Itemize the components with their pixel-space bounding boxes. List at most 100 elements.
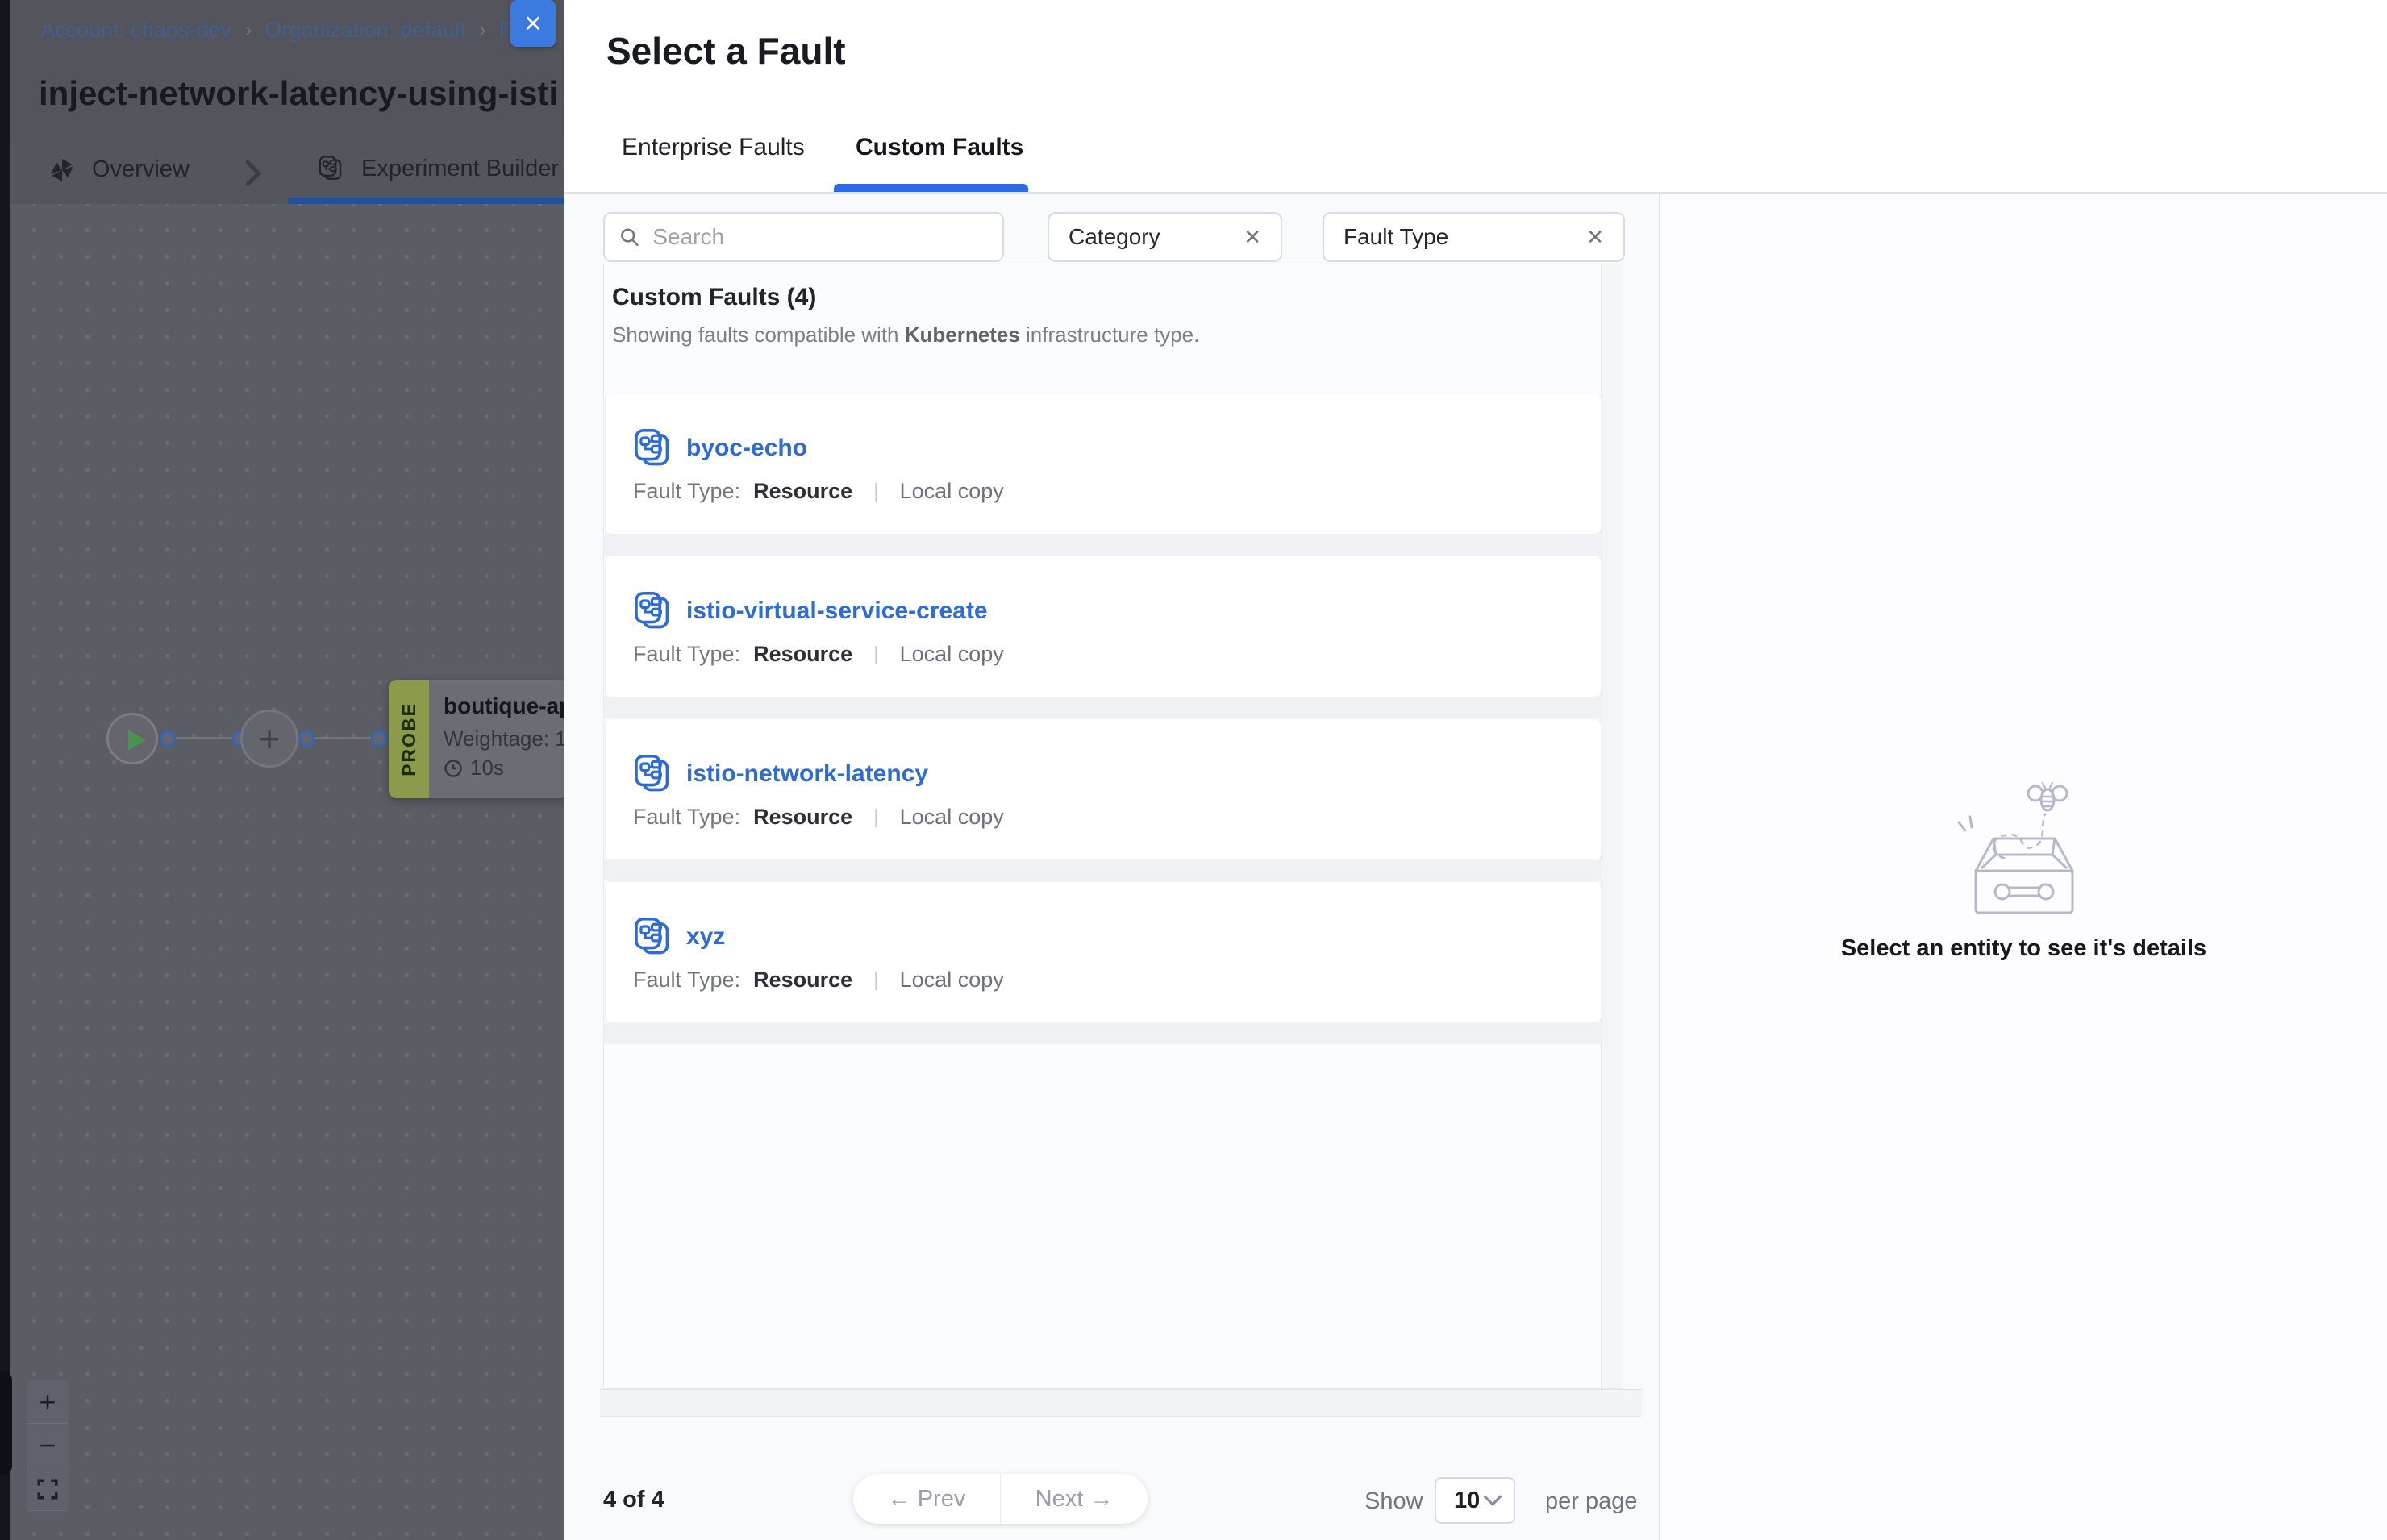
modal-title: Select a Fault [606, 29, 846, 73]
list-footer-band [600, 1389, 1642, 1417]
probe-badge: PROBE [389, 680, 429, 798]
probe-node-weightage: Weightage: 10 [444, 726, 568, 751]
next-page-button[interactable]: Next → [1001, 1474, 1148, 1524]
fault-meta: Fault Type: Resource | Local copy [633, 642, 1004, 667]
canvas-zoom-controls: + − [27, 1380, 69, 1511]
fault-search[interactable] [603, 212, 1004, 262]
breadcrumb: Account: chaos-dev › Organization: defau… [40, 17, 514, 43]
breadcrumb-separator: › [244, 17, 252, 43]
fault-name-link[interactable]: xyz [686, 923, 725, 951]
pipeline-port [160, 730, 176, 747]
card-divider [604, 535, 1602, 556]
page-size-show-label: Show [1364, 1488, 1423, 1515]
zoom-out-button[interactable]: − [27, 1424, 69, 1467]
fault-icon [633, 590, 672, 632]
scrollbar-track[interactable] [1601, 264, 1623, 1388]
pagination-controls: ← Prev Next → [853, 1474, 1148, 1524]
fault-type-label: Fault Type: [633, 968, 740, 993]
tab-custom-faults[interactable]: Custom Faults [856, 134, 1023, 161]
fault-icon [633, 427, 672, 469]
probe-badge-label: PROBE [398, 702, 420, 776]
fault-list-pane: Category ✕ Fault Type ✕ Custom Faults (4… [564, 194, 1659, 1540]
filter-category[interactable]: Category ✕ [1048, 212, 1282, 262]
page-size-select[interactable]: 10 [1435, 1477, 1515, 1524]
meta-divider: | [873, 805, 879, 829]
fault-list-container: Custom Faults (4) Showing faults compati… [603, 264, 1623, 1389]
fault-list-subtitle: Showing faults compatible with Kubernete… [612, 323, 1199, 348]
fault-card[interactable]: istio-virtual-service-create Fault Type:… [605, 556, 1602, 697]
fault-icon [633, 753, 672, 795]
active-tab-underline [288, 198, 564, 204]
page-size-value: 10 [1454, 1488, 1480, 1514]
breadcrumb-account[interactable]: Account: chaos-dev [40, 18, 231, 43]
pagination-count: 4 of 4 [603, 1487, 664, 1513]
fault-name-link[interactable]: byoc-echo [686, 435, 807, 462]
overview-icon [50, 158, 74, 182]
close-modal-button[interactable]: ✕ [510, 0, 556, 47]
tab-enterprise-faults[interactable]: Enterprise Faults [622, 134, 805, 161]
collapsed-nav-rail [0, 0, 10, 1540]
meta-divider: | [873, 480, 879, 503]
chevron-down-icon [1483, 1494, 1502, 1507]
probe-node-title: boutique-ap [444, 693, 568, 719]
add-fault-button[interactable]: + [240, 710, 298, 768]
page-size-per-page-label: per page [1545, 1488, 1638, 1515]
fault-card[interactable]: byoc-echo Fault Type: Resource | Local c… [605, 393, 1602, 535]
fault-list-heading: Custom Faults (4) [612, 284, 816, 311]
search-input[interactable] [651, 223, 988, 251]
probe-node-card[interactable]: PROBE boutique-ap Weightage: 10 10s [389, 680, 568, 798]
pipeline-edge [168, 737, 232, 739]
fault-copy-badge: Local copy [900, 968, 1004, 993]
experiment-builder-icon [318, 155, 344, 182]
tab-experiment-builder-label: Experiment Builder [361, 156, 559, 182]
fault-meta: Fault Type: Resource | Local copy [633, 805, 1004, 830]
fault-type-value: Resource [753, 968, 852, 993]
fault-type-label: Fault Type: [633, 805, 740, 830]
tab-overview[interactable]: Overview [50, 156, 190, 183]
subtitle-infra-type: Kubernetes [905, 323, 1020, 347]
clear-category-filter-icon[interactable]: ✕ [1243, 225, 1261, 250]
play-icon [128, 730, 146, 751]
pipeline-port [298, 730, 315, 747]
prev-page-button[interactable]: ← Prev [853, 1474, 1001, 1524]
breadcrumb-organization[interactable]: Organization: default [265, 18, 465, 43]
zoom-in-button[interactable]: + [27, 1380, 69, 1424]
meta-divider: | [873, 643, 879, 666]
card-divider [604, 860, 1602, 881]
fault-type-value: Resource [753, 805, 852, 830]
fault-type-value: Resource [753, 642, 852, 667]
close-icon: ✕ [523, 10, 542, 37]
search-icon [619, 226, 639, 248]
breadcrumb-separator: › [479, 17, 486, 43]
fullscreen-icon [36, 1478, 59, 1500]
pipeline-start-node[interactable] [106, 713, 158, 764]
fault-name-link[interactable]: istio-virtual-service-create [686, 597, 988, 625]
fault-name-link[interactable]: istio-network-latency [686, 760, 928, 788]
fault-card[interactable]: istio-network-latency Fault Type: Resour… [605, 718, 1602, 860]
fullscreen-button[interactable] [27, 1467, 69, 1511]
chevron-right-icon [244, 160, 262, 187]
fault-copy-badge: Local copy [900, 642, 1004, 667]
fault-copy-badge: Local copy [900, 805, 1004, 830]
tab-experiment-builder[interactable]: Experiment Builder [318, 155, 559, 182]
empty-state-message: Select an entity to see it's details [1660, 935, 2387, 962]
pipeline-port [371, 730, 387, 747]
fault-meta: Fault Type: Resource | Local copy [633, 968, 1004, 993]
experiment-title: inject-network-latency-using-isti [39, 74, 558, 113]
select-fault-modal: ✕ Select a Fault Enterprise Faults Custo… [564, 0, 2387, 1540]
tab-overview-label: Overview [92, 156, 190, 183]
fault-icon [633, 916, 672, 958]
probe-node-duration: 10s [444, 755, 504, 780]
card-divider [604, 1023, 1602, 1044]
fault-type-value: Resource [753, 479, 852, 504]
filter-fault-type[interactable]: Fault Type ✕ [1323, 212, 1625, 262]
fault-type-label: Fault Type: [633, 642, 740, 667]
probe-node-duration-value: 10s [470, 755, 504, 780]
fault-meta: Fault Type: Resource | Local copy [633, 479, 1004, 504]
clear-fault-type-filter-icon[interactable]: ✕ [1586, 225, 1604, 250]
subtitle-prefix: Showing faults compatible with [612, 323, 905, 347]
filter-category-label: Category [1069, 224, 1160, 250]
card-divider [604, 697, 1602, 718]
fault-card[interactable]: xyz Fault Type: Resource | Local copy [605, 881, 1602, 1023]
clock-icon [444, 759, 463, 778]
